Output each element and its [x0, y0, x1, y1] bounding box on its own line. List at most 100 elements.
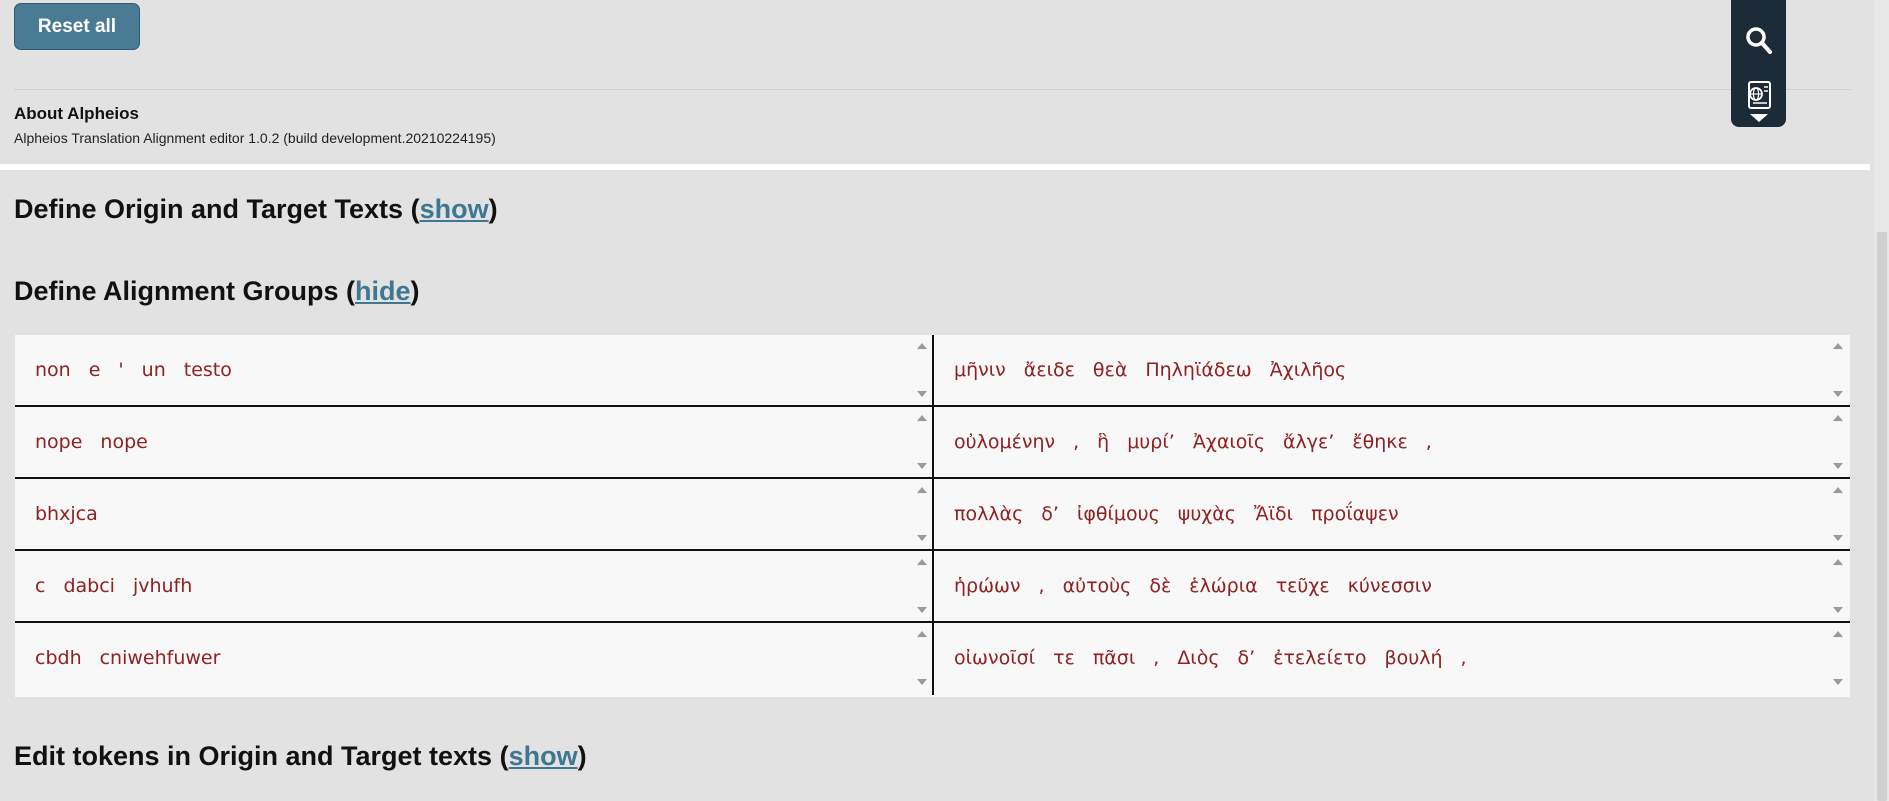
target-token[interactable]: ἔθηκε — [1352, 431, 1407, 453]
column-divider — [932, 551, 934, 621]
alignment-row: bhxjca πολλὰς δ’ ἰφθίμους ψυχὰς Ἄϊδι προΐαψεν — [15, 479, 1850, 551]
scroll-down-arrow-icon[interactable] — [1833, 679, 1843, 685]
scroll-up-arrow-icon[interactable] — [1833, 631, 1843, 637]
target-token-list: οἰωνοῖσί τε πᾶσι, Διὸς δ’ ἐτελείετο βουλή, — [954, 647, 1485, 669]
origin-token[interactable]: ' — [118, 359, 123, 381]
scroll-down-arrow-icon[interactable] — [1833, 463, 1843, 469]
column-divider — [932, 623, 934, 695]
target-token[interactable]: ἡρώων — [954, 575, 1021, 597]
target-token[interactable]: ἄλγε’ — [1283, 431, 1334, 453]
target-token[interactable]: αὐτοὺς — [1063, 575, 1132, 597]
target-token[interactable]: πᾶσι — [1093, 647, 1135, 669]
target-token[interactable]: , — [1073, 431, 1079, 453]
target-token[interactable]: κύνεσσιν — [1348, 575, 1432, 597]
scroll-up-arrow-icon[interactable] — [1833, 487, 1843, 493]
origin-token[interactable]: c — [35, 575, 45, 597]
target-token[interactable]: Ἀχιλῆος — [1270, 359, 1346, 381]
target-token[interactable]: βουλή — [1384, 647, 1442, 669]
origin-token[interactable]: bhxjca — [35, 503, 98, 525]
target-token[interactable]: τεῦχε — [1276, 575, 1330, 597]
floating-toolbar — [1731, 0, 1786, 127]
target-token[interactable]: μυρί’ — [1127, 431, 1175, 453]
caret-down-icon[interactable] — [1750, 114, 1768, 122]
scroll-down-arrow-icon[interactable] — [917, 679, 927, 685]
target-token[interactable]: οὐλομένην — [954, 431, 1055, 453]
target-token[interactable]: θεὰ — [1093, 359, 1127, 381]
page: Reset all About Alpheios Alpheios Transl… — [0, 0, 1889, 801]
scroll-up-arrow-icon[interactable] — [1833, 343, 1843, 349]
target-token-list: μῆνιν ἄειδε θεὰ Πηληϊάδεω Ἀχιλῆος — [954, 359, 1364, 381]
scroll-down-arrow-icon[interactable] — [917, 463, 927, 469]
origin-token[interactable]: cbdh — [35, 647, 82, 669]
origin-token-list: cbdh cniwehfuwer — [35, 647, 238, 669]
target-token[interactable]: , — [1039, 575, 1045, 597]
origin-token[interactable]: nope — [100, 431, 147, 453]
scroll-down-arrow-icon[interactable] — [1833, 391, 1843, 397]
target-token[interactable]: οἰωνοῖσί — [954, 647, 1035, 669]
column-divider — [932, 335, 934, 405]
origin-token[interactable]: nope — [35, 431, 82, 453]
origin-text-cell: non e ' un testo — [15, 335, 932, 405]
define-texts-toggle-link[interactable]: show — [420, 194, 489, 224]
target-token[interactable]: τε — [1053, 647, 1075, 669]
target-token[interactable]: δὲ — [1149, 575, 1171, 597]
target-token[interactable]: ἄειδε — [1024, 359, 1075, 381]
edit-tokens-toggle-link[interactable]: show — [509, 741, 578, 771]
target-token[interactable]: μῆνιν — [954, 359, 1006, 381]
target-token[interactable]: Ἀχαιοῖς — [1193, 431, 1265, 453]
scroll-up-arrow-icon[interactable] — [917, 415, 927, 421]
document-globe-icon[interactable] — [1744, 80, 1774, 110]
target-token[interactable]: Διὸς — [1177, 647, 1219, 669]
scroll-down-arrow-icon[interactable] — [917, 535, 927, 541]
about-version: Alpheios Translation Alignment editor 1.… — [14, 130, 496, 146]
scroll-down-arrow-icon[interactable] — [1833, 535, 1843, 541]
alignment-row: non e ' un testo μῆνιν ἄειδε θεὰ Πηληϊάδεω Ἀχιλῆο… — [15, 335, 1850, 407]
scroll-up-arrow-icon[interactable] — [917, 343, 927, 349]
scroll-up-arrow-icon[interactable] — [917, 631, 927, 637]
scroll-up-arrow-icon[interactable] — [917, 559, 927, 565]
target-text-cell: οὐλομένην, ἣ μυρί’ Ἀχαιοῖς ἄλγε’ ἔθηκε, — [934, 407, 1850, 477]
edit-tokens-title: Edit tokens in Origin and Target texts — [14, 741, 493, 771]
origin-token[interactable]: dabci — [63, 575, 115, 597]
about-title: About Alpheios — [14, 104, 139, 123]
scroll-up-arrow-icon[interactable] — [1833, 415, 1843, 421]
scroll-down-arrow-icon[interactable] — [917, 607, 927, 613]
target-token[interactable]: πολλὰς — [954, 503, 1023, 525]
scroll-down-arrow-icon[interactable] — [1833, 607, 1843, 613]
target-token[interactable]: , — [1426, 431, 1432, 453]
alignment-groups-toggle-link[interactable]: hide — [355, 276, 411, 306]
origin-token[interactable]: cniwehfuwer — [100, 647, 221, 669]
target-token[interactable]: Πηληϊάδεω — [1145, 359, 1251, 381]
origin-token[interactable]: e — [89, 359, 101, 381]
alignment-table: non e ' un testo μῆνιν ἄειδε θεὰ Πηληϊάδεω Ἀχιλῆο… — [15, 335, 1850, 697]
origin-text-cell: c dabci jvhufh — [15, 551, 932, 621]
target-token[interactable]: ἰφθίμους — [1077, 503, 1160, 525]
origin-token[interactable]: non — [35, 359, 71, 381]
edit-tokens-heading: Edit tokens in Origin and Target texts (… — [14, 741, 587, 771]
target-token[interactable]: δ’ — [1238, 647, 1256, 669]
scroll-down-arrow-icon[interactable] — [917, 391, 927, 397]
search-icon[interactable] — [1745, 25, 1773, 55]
target-token[interactable]: προΐαψεν — [1311, 503, 1399, 525]
scrollbar-thumb[interactable] — [1877, 232, 1887, 801]
origin-token[interactable]: testo — [184, 359, 232, 381]
alignment-groups-title: Define Alignment Groups — [14, 276, 339, 306]
target-token[interactable]: ἣ — [1097, 431, 1109, 453]
origin-token-list: c dabci jvhufh — [35, 575, 210, 597]
origin-text-cell: bhxjca — [15, 479, 932, 549]
target-token[interactable]: ἑλώρια — [1189, 575, 1257, 597]
reset-all-button[interactable]: Reset all — [14, 3, 140, 50]
target-token[interactable]: δ’ — [1041, 503, 1059, 525]
origin-token[interactable]: un — [142, 359, 166, 381]
scroll-up-arrow-icon[interactable] — [917, 487, 927, 493]
target-token[interactable]: Ἄϊδι — [1254, 503, 1293, 525]
target-text-cell: πολλὰς δ’ ἰφθίμους ψυχὰς Ἄϊδι προΐαψεν — [934, 479, 1850, 549]
target-token[interactable]: , — [1460, 647, 1466, 669]
target-token[interactable]: ἐτελείετο — [1273, 647, 1366, 669]
origin-token-list: bhxjca — [35, 503, 116, 525]
settings-divider — [14, 89, 1851, 90]
origin-token[interactable]: jvhufh — [133, 575, 192, 597]
target-token[interactable]: ψυχὰς — [1178, 503, 1236, 525]
target-token[interactable]: , — [1153, 647, 1159, 669]
scroll-up-arrow-icon[interactable] — [1833, 559, 1843, 565]
